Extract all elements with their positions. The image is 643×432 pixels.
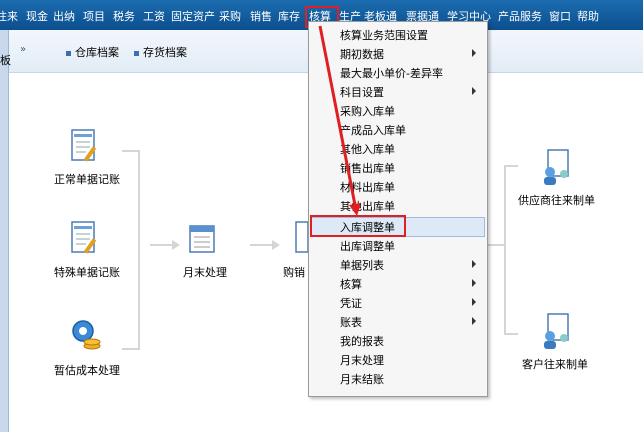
- dd-item-month-process[interactable]: 月末处理: [340, 352, 384, 368]
- dd-item-subject-setting[interactable]: 科目设置: [340, 84, 384, 100]
- gear-coins-icon: [72, 320, 101, 350]
- connector: [504, 165, 506, 335]
- connector: [250, 244, 272, 246]
- menu-purchase[interactable]: 采购: [219, 8, 241, 24]
- menu-product-service[interactable]: 产品服务: [498, 8, 542, 24]
- menu-wanglai[interactable]: 往来: [0, 8, 18, 24]
- submenu-arrow-icon: [472, 298, 476, 306]
- dd-item-voucher[interactable]: 凭证: [340, 295, 362, 311]
- dd-item-product-in[interactable]: 产成品入库单: [340, 122, 406, 138]
- dd-item-other-out[interactable]: 其他出库单: [340, 198, 395, 214]
- submenu-arrow-icon: [472, 317, 476, 325]
- submenu-arrow-icon: [472, 49, 476, 57]
- menu-fixed-assets[interactable]: 固定资产: [171, 8, 215, 24]
- dd-item-opening-data[interactable]: 期初数据: [340, 46, 384, 62]
- dd-item-other-in[interactable]: 其他入库单: [340, 141, 395, 157]
- node-label: 供应商往来制单: [518, 194, 595, 207]
- menu-sales[interactable]: 销售: [250, 8, 272, 24]
- node-label: 月末处理: [183, 266, 227, 279]
- connector: [504, 333, 518, 335]
- dd-item-month-close[interactable]: 月末结账: [340, 371, 384, 387]
- left-nav-strip: [0, 30, 9, 432]
- people-document-icon: [544, 313, 569, 349]
- node-label: 特殊单据记账: [54, 266, 120, 279]
- dd-item-material-out[interactable]: 材料出库单: [340, 179, 395, 195]
- node-label: 客户往来制单: [522, 358, 588, 371]
- dd-item-sales-out[interactable]: 销售出库单: [340, 160, 395, 176]
- dd-item-price-variance[interactable]: 最大最小单价-差异率: [340, 65, 443, 81]
- arrow-icon: [172, 240, 180, 250]
- tab-warehouse[interactable]: 仓库档案: [66, 44, 119, 60]
- dd-item-my-reports[interactable]: 我的报表: [340, 333, 384, 349]
- connector: [486, 244, 506, 246]
- dd-item-ledger[interactable]: 账表: [340, 314, 362, 330]
- menu-salary[interactable]: 工资: [143, 8, 165, 24]
- dd-item-out-adjust[interactable]: 出库调整单: [340, 238, 395, 254]
- people-document-icon: [544, 149, 569, 185]
- menu-inventory[interactable]: 库存: [278, 8, 300, 24]
- tab-bullet-icon: [66, 50, 71, 56]
- expand-chevron-icon[interactable]: »: [20, 44, 26, 55]
- dd-item-purchase-in[interactable]: 采购入库单: [340, 103, 395, 119]
- arrow-icon: [272, 240, 280, 250]
- accounting-dropdown-menu: 核算业务范围设置 期初数据 最大最小单价-差异率 科目设置 采购入库单 产成品入…: [308, 21, 488, 397]
- connector: [150, 244, 172, 246]
- menu-cash[interactable]: 现金: [26, 8, 48, 24]
- dd-item-doc-list[interactable]: 单据列表: [340, 257, 384, 273]
- tab-stock[interactable]: 存货档案: [134, 44, 187, 60]
- document-pen-icon: [71, 221, 97, 254]
- left-tag: 板: [0, 54, 11, 67]
- submenu-arrow-icon: [472, 279, 476, 287]
- submenu-arrow-icon: [472, 260, 476, 268]
- tab-bullet-icon: [134, 50, 139, 56]
- node-label: 购销: [283, 266, 305, 279]
- node-label: 正常单据记账: [54, 173, 120, 186]
- connector: [504, 165, 518, 167]
- tab-stock-label: 存货档案: [143, 46, 187, 59]
- tab-warehouse-label: 仓库档案: [75, 46, 119, 59]
- submenu-arrow-icon: [472, 87, 476, 95]
- connector: [138, 150, 140, 350]
- dd-item-accounting[interactable]: 核算: [340, 276, 362, 292]
- dd-item-scope-setting[interactable]: 核算业务范围设置: [340, 27, 428, 43]
- menu-window[interactable]: 窗口: [549, 8, 571, 24]
- document-pen-icon: [71, 129, 97, 162]
- node-label: 暂估成本处理: [54, 364, 120, 377]
- calendar-icon: [189, 225, 215, 253]
- annotation-box-item: [310, 215, 406, 237]
- menu-help[interactable]: 帮助: [577, 8, 599, 24]
- connector: [122, 348, 140, 350]
- menu-tax[interactable]: 税务: [113, 8, 135, 24]
- menu-cashier[interactable]: 出纳: [53, 8, 75, 24]
- menu-project[interactable]: 项目: [83, 8, 105, 24]
